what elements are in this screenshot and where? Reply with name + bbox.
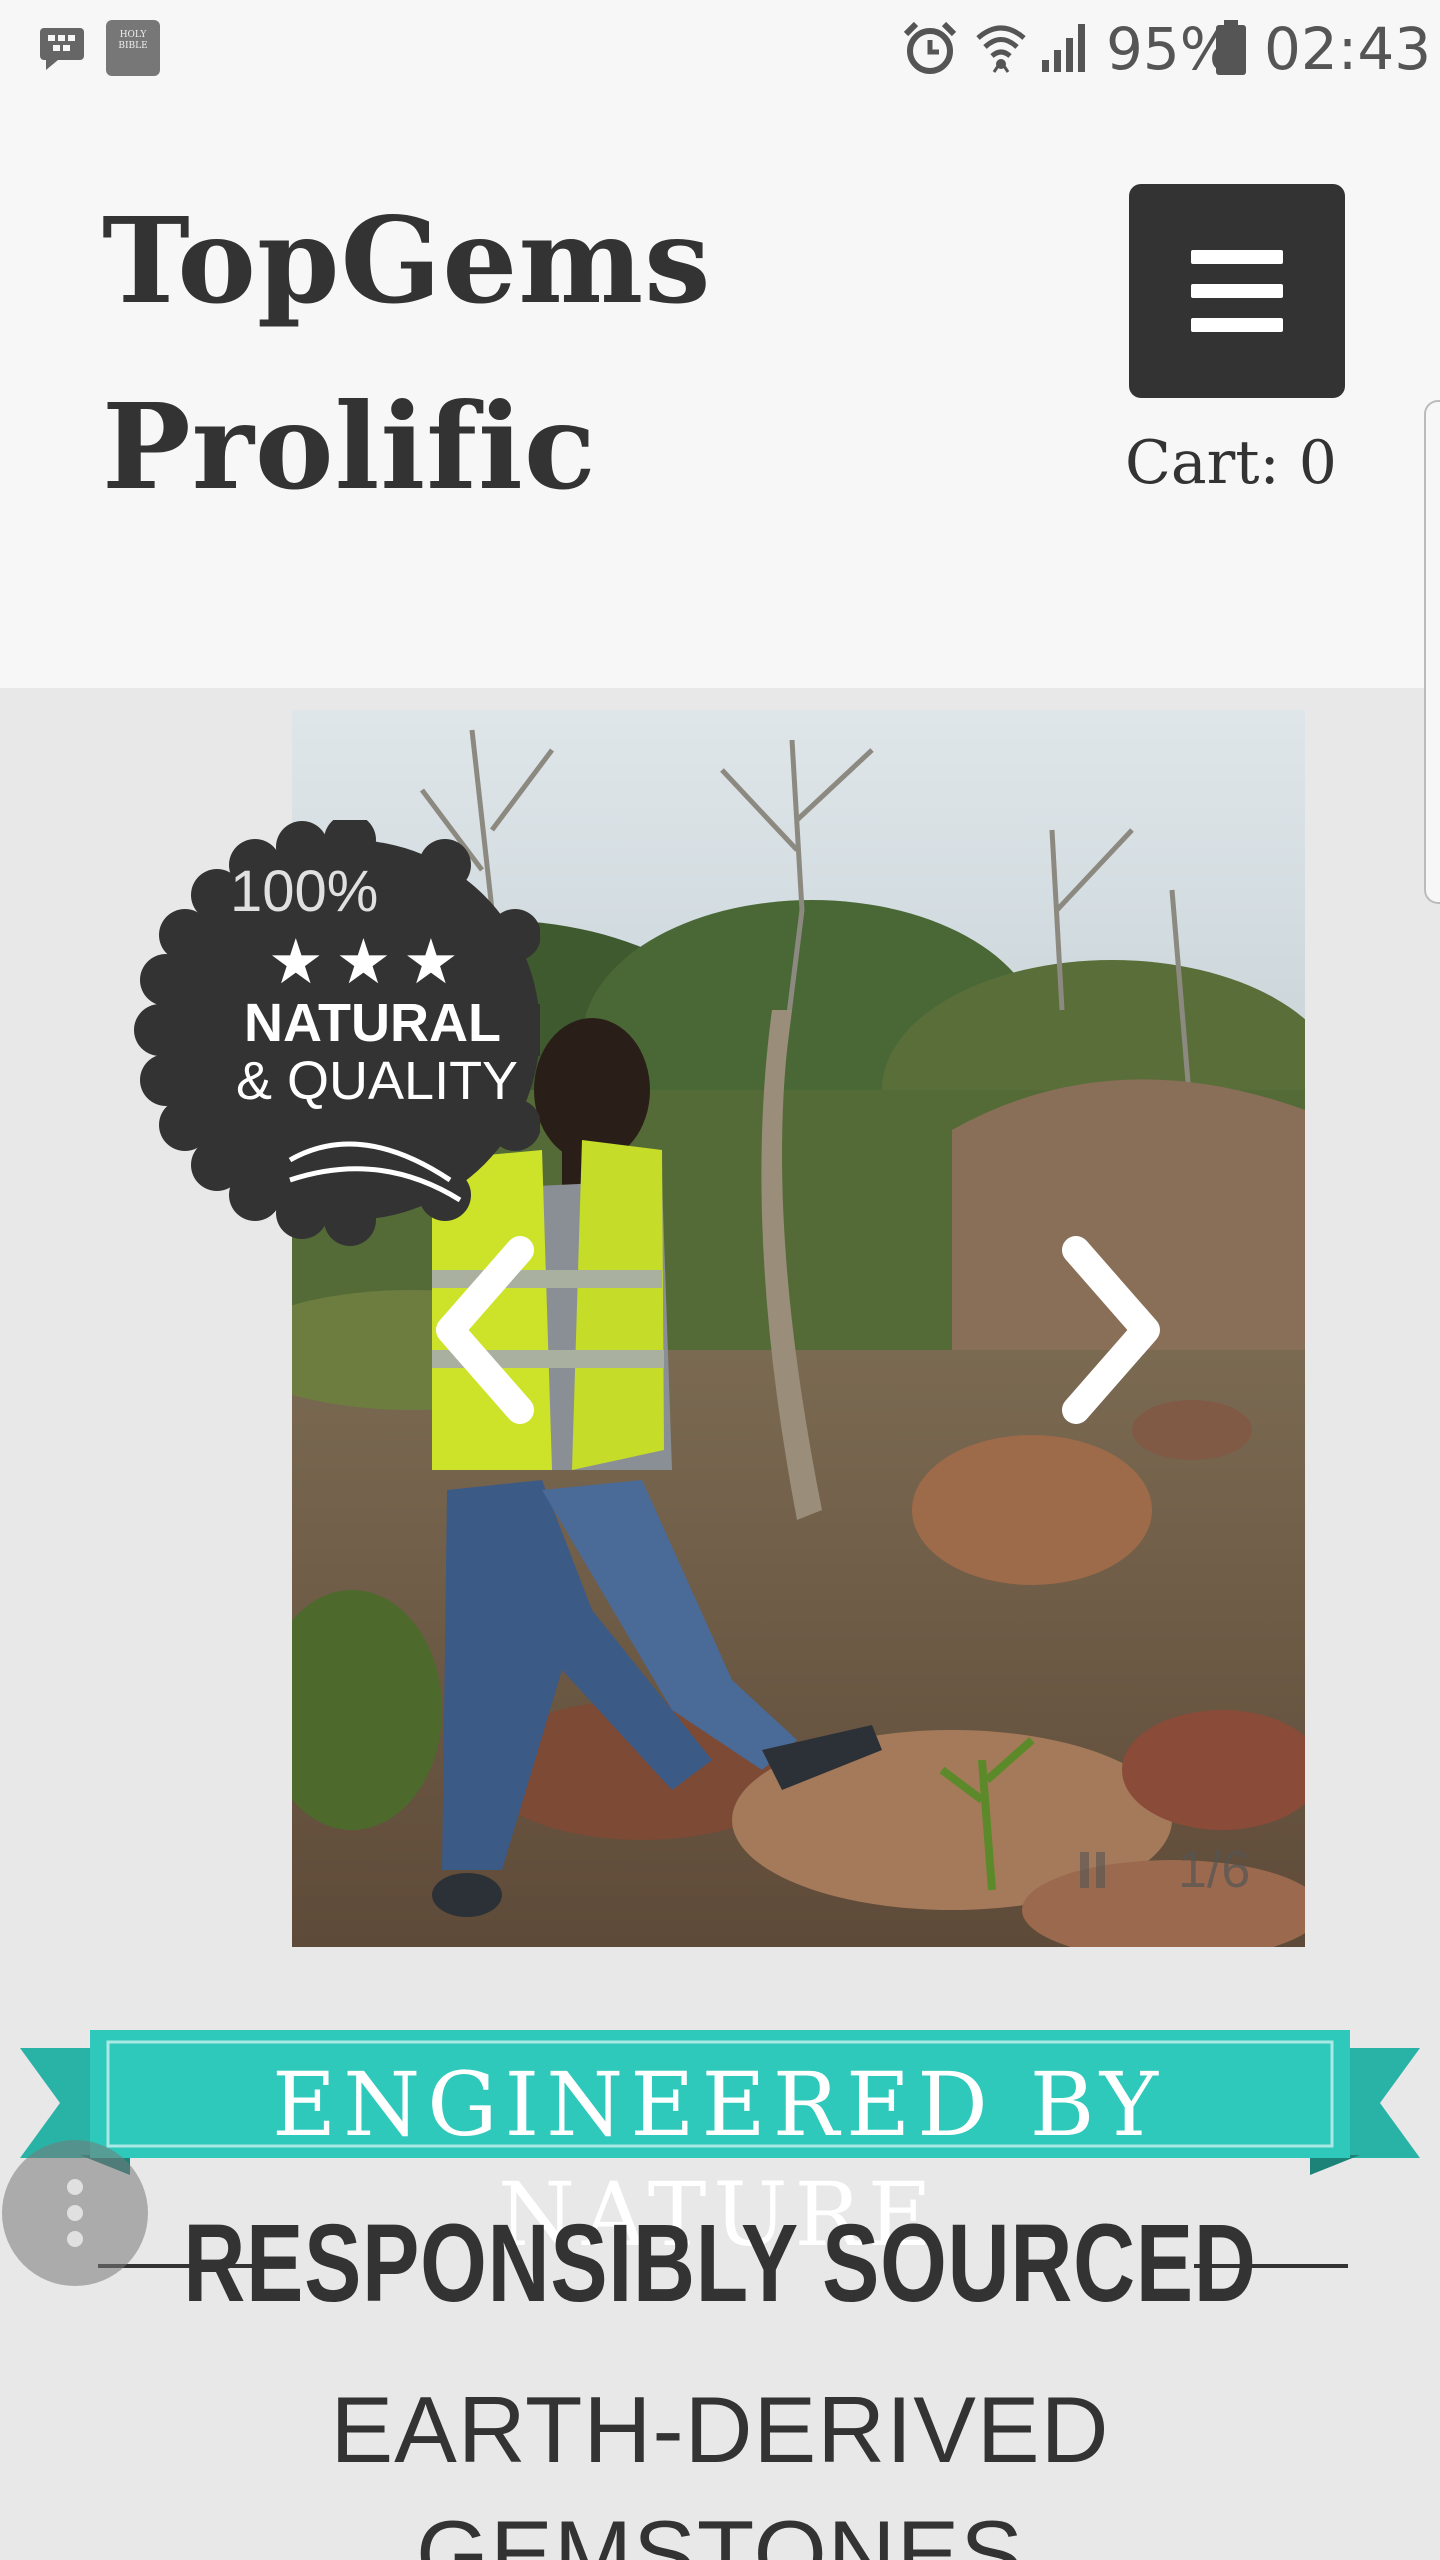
subheading-line-2: GEMSTONES bbox=[416, 2501, 1024, 2560]
slide-counter: 1/6 bbox=[1178, 1841, 1251, 1899]
subheading-line-1: EARTH-DERIVED bbox=[330, 2377, 1110, 2482]
badge-percent: 100% bbox=[230, 859, 379, 924]
more-vert-icon-dot bbox=[67, 2231, 83, 2247]
more-options-button[interactable] bbox=[2, 2140, 148, 2286]
cart-link[interactable]: Cart: 0 bbox=[1125, 428, 1337, 498]
more-vert-icon bbox=[67, 2179, 83, 2195]
signal-icon bbox=[1042, 24, 1085, 72]
hamburger-icon-bar bbox=[1191, 284, 1283, 298]
bbm-icon bbox=[40, 28, 84, 70]
badge-natural: NATURAL bbox=[244, 993, 501, 1053]
site-header: TopGems Prolific Cart: 0 bbox=[0, 98, 1440, 688]
site-title[interactable]: TopGems Prolific bbox=[102, 168, 802, 540]
bible-app-icon: HOLY BIBLE bbox=[106, 20, 160, 76]
battery-icon bbox=[1216, 20, 1246, 75]
pause-icon[interactable] bbox=[1078, 1850, 1108, 1890]
chevron-right-icon[interactable] bbox=[1056, 1230, 1176, 1430]
section-heading: RESPONSIBLY SOURCED bbox=[183, 2202, 1257, 2325]
badge-stars: ★★★ bbox=[268, 928, 471, 997]
more-vert-icon-dot bbox=[67, 2205, 83, 2221]
alarm-icon bbox=[903, 21, 957, 74]
badge-quality: & QUALITY bbox=[236, 1051, 519, 1111]
wifi-icon bbox=[976, 25, 1026, 73]
menu-button[interactable] bbox=[1129, 184, 1345, 398]
edge-panel-handle[interactable] bbox=[1424, 400, 1440, 904]
clock: 02:43 bbox=[1264, 15, 1432, 83]
status-bar: HOLY BIBLE 95% 02:43 bbox=[0, 0, 1440, 98]
section-subheading: EARTH-DERIVED GEMSTONES bbox=[0, 2368, 1440, 2560]
hamburger-icon-bar bbox=[1191, 318, 1283, 332]
hamburger-icon bbox=[1191, 250, 1283, 264]
